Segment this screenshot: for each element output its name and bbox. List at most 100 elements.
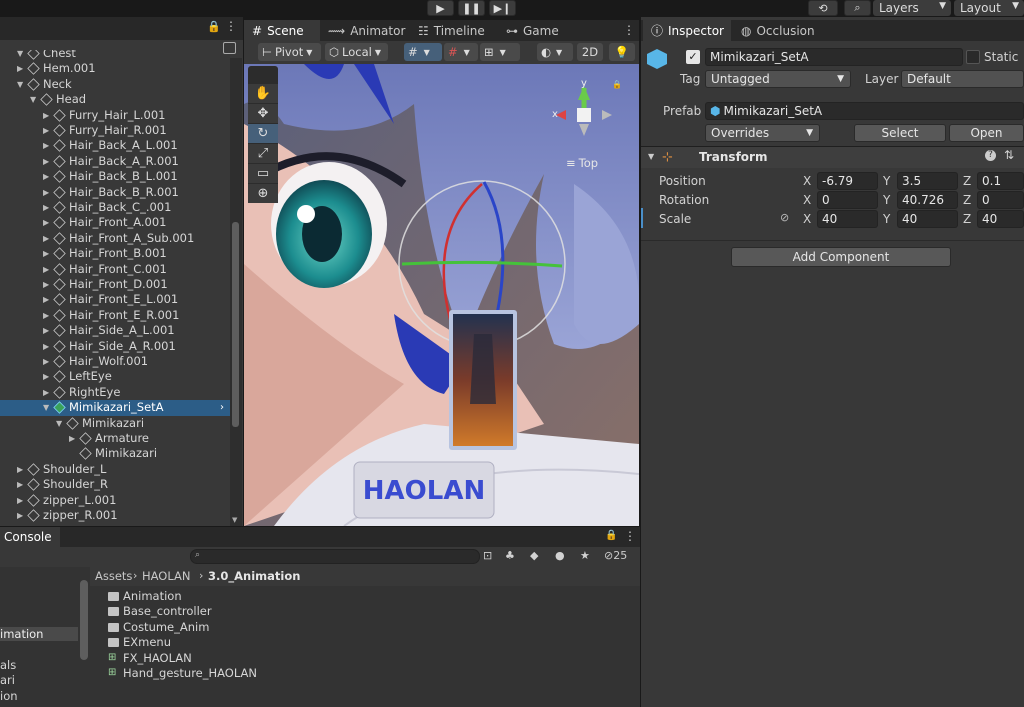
rotation-y-label[interactable]: Y	[883, 193, 890, 207]
object-name-field[interactable]: Mimikazari_SetA	[705, 48, 963, 66]
label-filter-icon[interactable]: ◆	[530, 549, 538, 562]
grid-snap-toggle[interactable]: # ▼	[404, 43, 442, 61]
tab-game[interactable]: ⊶ Game	[500, 20, 570, 41]
hierarchy-row[interactable]: ▼ Head	[0, 92, 230, 107]
lock-icon[interactable]: 🔒	[207, 20, 221, 33]
collapse-arrow-icon[interactable]: ▶	[43, 369, 49, 384]
collapse-arrow-icon[interactable]: ▶	[17, 462, 23, 477]
hierarchy-row[interactable]: ▶ Furry_Hair_R.001	[0, 123, 230, 138]
layout-dropdown[interactable]: Layout ▼	[954, 0, 1024, 16]
breadcrumb-item[interactable]: Assets	[95, 569, 132, 583]
hierarchy-row[interactable]: ▶ RightEye	[0, 385, 230, 400]
more-menu-icon[interactable]: ⋮	[624, 529, 636, 543]
project-tree-item[interactable]: ari	[0, 673, 15, 687]
hierarchy-row[interactable]: ▶ Hair_Side_A_R.001	[0, 339, 230, 354]
hierarchy-row[interactable]: ▶ Shoulder_L	[0, 462, 230, 477]
collapse-arrow-icon[interactable]: ▶	[17, 477, 23, 492]
collapse-arrow-icon[interactable]: ▶	[43, 292, 49, 307]
snap-increment-toggle[interactable]: # ▼	[444, 43, 478, 61]
project-tree-item[interactable]: als	[0, 658, 16, 672]
project-search-input[interactable]: ⌕	[190, 549, 480, 564]
hierarchy-row[interactable]: ▼ Neck	[0, 77, 230, 92]
collapse-arrow-icon[interactable]: ▶	[43, 200, 49, 215]
collapse-arrow-icon[interactable]: ▶	[43, 169, 49, 184]
collapse-arrow-icon[interactable]: ▶	[43, 262, 49, 277]
rotate-tool[interactable]: ↻	[248, 124, 278, 143]
chevron-right-icon[interactable]: ›	[220, 400, 224, 415]
tab-occlusion[interactable]: ◍ Occlusion	[735, 20, 825, 41]
help-icon[interactable]: ?	[985, 150, 996, 161]
star-icon[interactable]: ★	[580, 549, 590, 562]
project-tree-item[interactable]: imation	[0, 627, 78, 641]
create-icon[interactable]: ⊡	[483, 549, 492, 562]
position-x-field[interactable]: -6.79	[817, 172, 878, 190]
scale-y-label[interactable]: Y	[883, 212, 890, 226]
collapse-arrow-icon[interactable]: ▶	[17, 508, 23, 523]
lighting-toggle[interactable]: 💡	[609, 43, 635, 61]
layer-dropdown[interactable]: Default	[901, 70, 1024, 88]
project-tree-scrollbar[interactable]	[80, 580, 88, 660]
collapse-arrow-icon[interactable]: ▶	[43, 154, 49, 169]
hierarchy-row[interactable]: ▶ Hair_Back_B_L.001	[0, 169, 230, 184]
position-x-label[interactable]: X	[803, 174, 811, 188]
tag-dropdown[interactable]: Untagged ▼	[705, 70, 851, 88]
hierarchy-row[interactable]: ▼ Mimikazari_SetA ›	[0, 400, 230, 416]
hierarchy-row[interactable]: ▶ Hair_Back_A_R.001	[0, 154, 230, 169]
collapse-arrow-icon[interactable]: ▶	[43, 215, 49, 230]
breadcrumb-item[interactable]: HAOLAN	[142, 569, 191, 583]
collapse-arrow-icon[interactable]: ▶	[43, 385, 49, 400]
gizmo-lock-icon[interactable]: 🔒	[612, 80, 622, 89]
history-button[interactable]: ⟲	[808, 0, 838, 16]
expand-arrow-icon[interactable]: ▼	[43, 400, 49, 415]
transform-tool[interactable]: ⊕	[248, 184, 278, 203]
tab-timeline[interactable]: ☷ Timeline	[412, 20, 500, 41]
hierarchy-row[interactable]: ▶ Hair_Front_E_R.001	[0, 308, 230, 323]
hierarchy-row[interactable]: ▼ Mimikazari	[0, 416, 230, 431]
link-scale-icon[interactable]: ⊘	[780, 211, 789, 224]
scale-tool[interactable]: ⤢	[248, 144, 278, 163]
add-component-button[interactable]: Add Component	[731, 247, 951, 267]
collapse-arrow-icon[interactable]: ▶	[43, 231, 49, 246]
pause-button[interactable]: ❚❚	[458, 0, 485, 16]
hierarchy-row[interactable]: ▶ Hair_Front_D.001	[0, 277, 230, 292]
hierarchy-scrollbar-thumb[interactable]	[232, 222, 239, 427]
overrides-dropdown[interactable]: Overrides ▼	[705, 124, 820, 142]
step-button[interactable]: ▶❙	[489, 0, 516, 16]
project-tree-item[interactable]: ion	[0, 689, 18, 703]
scale-z-label[interactable]: Z	[963, 212, 971, 226]
tab-animator[interactable]: ⟿ Animator	[322, 20, 410, 41]
search-button[interactable]: ⌕	[844, 0, 871, 16]
prefab-asset-field[interactable]: ⬢ Mimikazari_SetA	[705, 102, 1024, 120]
tab-scene[interactable]: # Scene	[244, 20, 320, 41]
hierarchy-row[interactable]: ▶ Hair_Back_C_.001	[0, 200, 230, 215]
position-z-field[interactable]: 0.1	[977, 172, 1024, 190]
collapse-arrow-icon[interactable]: ▶	[17, 61, 23, 76]
hierarchy-row[interactable]: ▶ Hair_Front_B.001	[0, 246, 230, 261]
expand-arrow-icon[interactable]: ▼	[56, 416, 62, 431]
settings-icon[interactable]: ⇅	[1004, 148, 1014, 162]
collapse-arrow-icon[interactable]: ▶	[43, 185, 49, 200]
hierarchy-row[interactable]: ▶ Hair_Front_A.001	[0, 215, 230, 230]
tab-console[interactable]: Console	[0, 527, 60, 547]
collapse-arrow-icon[interactable]: ▶	[69, 431, 75, 446]
scale-x-label[interactable]: X	[803, 212, 811, 226]
hierarchy-row[interactable]: ▶ Hair_Front_A_Sub.001	[0, 231, 230, 246]
scroll-down-icon[interactable]: ▼	[232, 516, 237, 524]
collapse-arrow-icon[interactable]: ▶	[43, 108, 49, 123]
align-toggle[interactable]: ⊞ ▼	[480, 43, 520, 61]
pivot-dropdown[interactable]: ⊢ Pivot ▼	[258, 43, 321, 61]
warning-filter-icon[interactable]: ●	[555, 549, 565, 562]
hierarchy-row[interactable]: ▶ zipper_L.001	[0, 493, 230, 508]
gizmo-axis-x[interactable]: x	[552, 109, 558, 120]
tab-inspector[interactable]: ⓘ Inspector	[643, 20, 731, 41]
collapse-arrow-icon[interactable]: ▶	[17, 493, 23, 508]
collapse-arrow-icon[interactable]: ▶	[43, 339, 49, 354]
collapse-arrow-icon[interactable]: ▶	[43, 246, 49, 261]
scale-x-field[interactable]: 40	[817, 210, 878, 228]
collapse-arrow-icon[interactable]: ▶	[43, 323, 49, 338]
collapse-arrow-icon[interactable]: ▶	[43, 308, 49, 323]
hidden-count[interactable]: ⊘25	[604, 549, 627, 562]
type-filter-icon[interactable]: ♣	[505, 549, 515, 562]
select-button[interactable]: Select	[854, 124, 946, 142]
collapse-arrow-icon[interactable]: ▶	[43, 277, 49, 292]
